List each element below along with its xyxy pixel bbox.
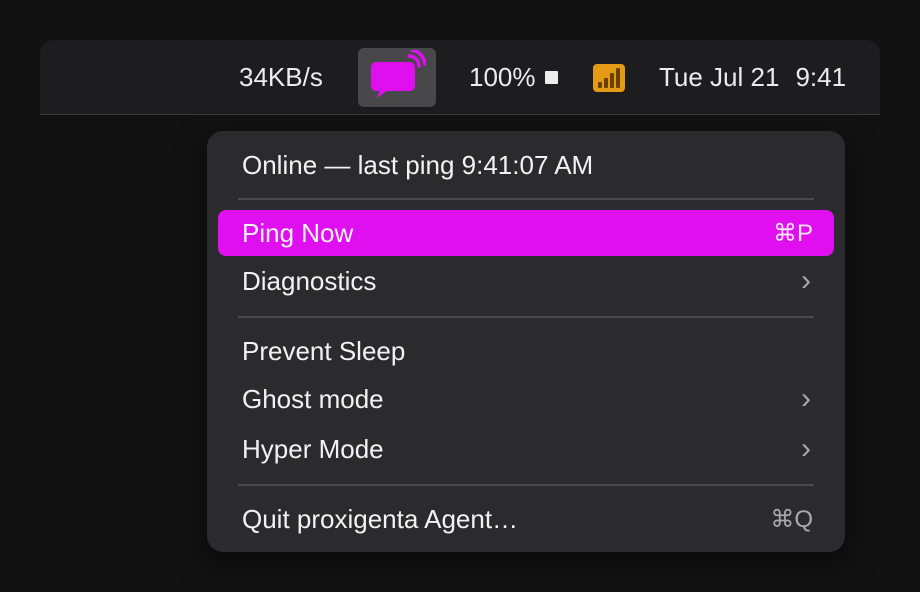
clock[interactable]: Tue Jul 21 9:41 (659, 40, 846, 115)
antenna-bars-icon (593, 63, 625, 92)
shortcut-label: ⌘Q (770, 505, 813, 533)
battery-percent-text: 100% (469, 62, 536, 92)
menu-separator (238, 316, 814, 318)
menu-item-label: Hyper Mode (242, 433, 384, 464)
menu-item-label: Diagnostics (242, 265, 377, 296)
menu-item-label: Ping Now (242, 217, 354, 248)
shortcut-label: ⌘P (772, 219, 813, 247)
menu-item-label: Quit proxigenta Agent… (242, 503, 519, 534)
menu-item-ghost-mode[interactable]: Ghost mode › (242, 376, 813, 422)
proxigenta-menubar-button[interactable] (358, 48, 436, 107)
menu-bar: 34KB/s 100% Tue Jul 21 9:41 (40, 40, 880, 115)
network-speed-indicator[interactable]: 34KB/s (239, 40, 323, 115)
menu-item-hyper-mode[interactable]: Hyper Mode › (242, 426, 813, 472)
battery-icon (544, 71, 558, 84)
chat-bubble-signal-icon (368, 48, 427, 105)
menu-item-label: Prevent Sleep (242, 335, 406, 366)
menu-item-diagnostics[interactable]: Diagnostics › (242, 258, 813, 304)
menu-item-ping-now[interactable]: Ping Now ⌘P (242, 210, 813, 256)
menu-separator (238, 484, 814, 486)
status-text: Online — last ping 9:41:07 AM (242, 149, 594, 180)
chevron-right-icon: › (801, 382, 811, 415)
network-speed-text: 34KB/s (239, 62, 323, 92)
menu-item-label: Ghost mode (242, 383, 384, 414)
time-text: 9:41 (795, 62, 847, 92)
chevron-right-icon: › (801, 432, 811, 465)
wifi-status[interactable] (593, 40, 625, 115)
menu-item-prevent-sleep[interactable]: Prevent Sleep (242, 328, 813, 374)
date-text: Tue Jul 21 (659, 62, 780, 92)
dropdown-menu: Online — last ping 9:41:07 AM Ping Now ⌘… (207, 131, 845, 552)
menu-separator (238, 198, 814, 200)
status-line: Online — last ping 9:41:07 AM (242, 142, 813, 188)
menu-item-quit[interactable]: Quit proxigenta Agent… ⌘Q (242, 496, 813, 542)
chevron-right-icon: › (801, 264, 811, 297)
battery-status[interactable]: 100% (469, 40, 558, 115)
